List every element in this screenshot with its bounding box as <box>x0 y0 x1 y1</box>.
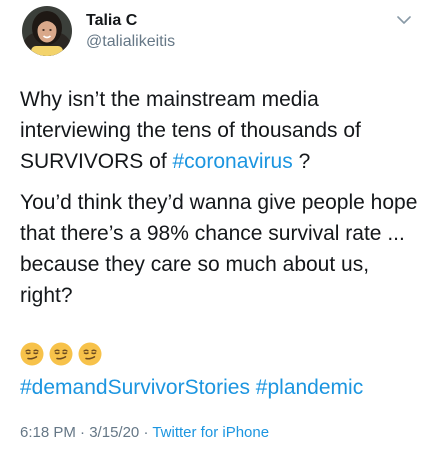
tweet-paragraph-1: Why isn’t the mainstream media interview… <box>20 84 420 177</box>
tweet-text: Why isn’t the mainstream media interview… <box>20 84 420 311</box>
hashtag-link[interactable]: #coronavirus <box>173 150 293 173</box>
meta-separator: · <box>143 424 149 441</box>
tweet-meta: 6:18 PM · 3/15/20 · Twitter for iPhone <box>20 423 269 443</box>
tweet-text-part: ? <box>292 150 311 173</box>
smirk-emoji-icon <box>20 342 44 366</box>
meta-separator: · <box>80 424 86 441</box>
tweet-header: Talia C @talialikeitis <box>20 6 421 58</box>
smirk-emoji-icon <box>78 342 102 366</box>
hashtag-link[interactable]: #plandemic <box>256 376 363 399</box>
author-display-name[interactable]: Talia C <box>86 11 175 31</box>
profile-photo-icon <box>22 6 72 56</box>
smirk-emoji-icon <box>49 342 73 366</box>
tweet-date[interactable]: 3/15/20 <box>89 424 139 441</box>
hashtag-row: #demandSurvivorStories #plandemic <box>20 372 363 403</box>
tweet-time[interactable]: 6:18 PM <box>20 424 76 441</box>
avatar[interactable] <box>22 6 72 56</box>
author-names: Talia C @talialikeitis <box>86 11 175 53</box>
tweet-source-link[interactable]: Twitter for iPhone <box>152 424 269 441</box>
chevron-down-icon[interactable] <box>397 12 411 24</box>
tweet-paragraph-2: You’d think they’d wanna give people hop… <box>20 191 418 307</box>
tweet-card: Talia C @talialikeitis Why isn’t the mai… <box>0 0 435 450</box>
hashtag-link[interactable]: #demandSurvivorStories <box>20 376 250 399</box>
author-handle[interactable]: @talialikeitis <box>86 31 175 53</box>
emoji-row <box>20 342 102 368</box>
